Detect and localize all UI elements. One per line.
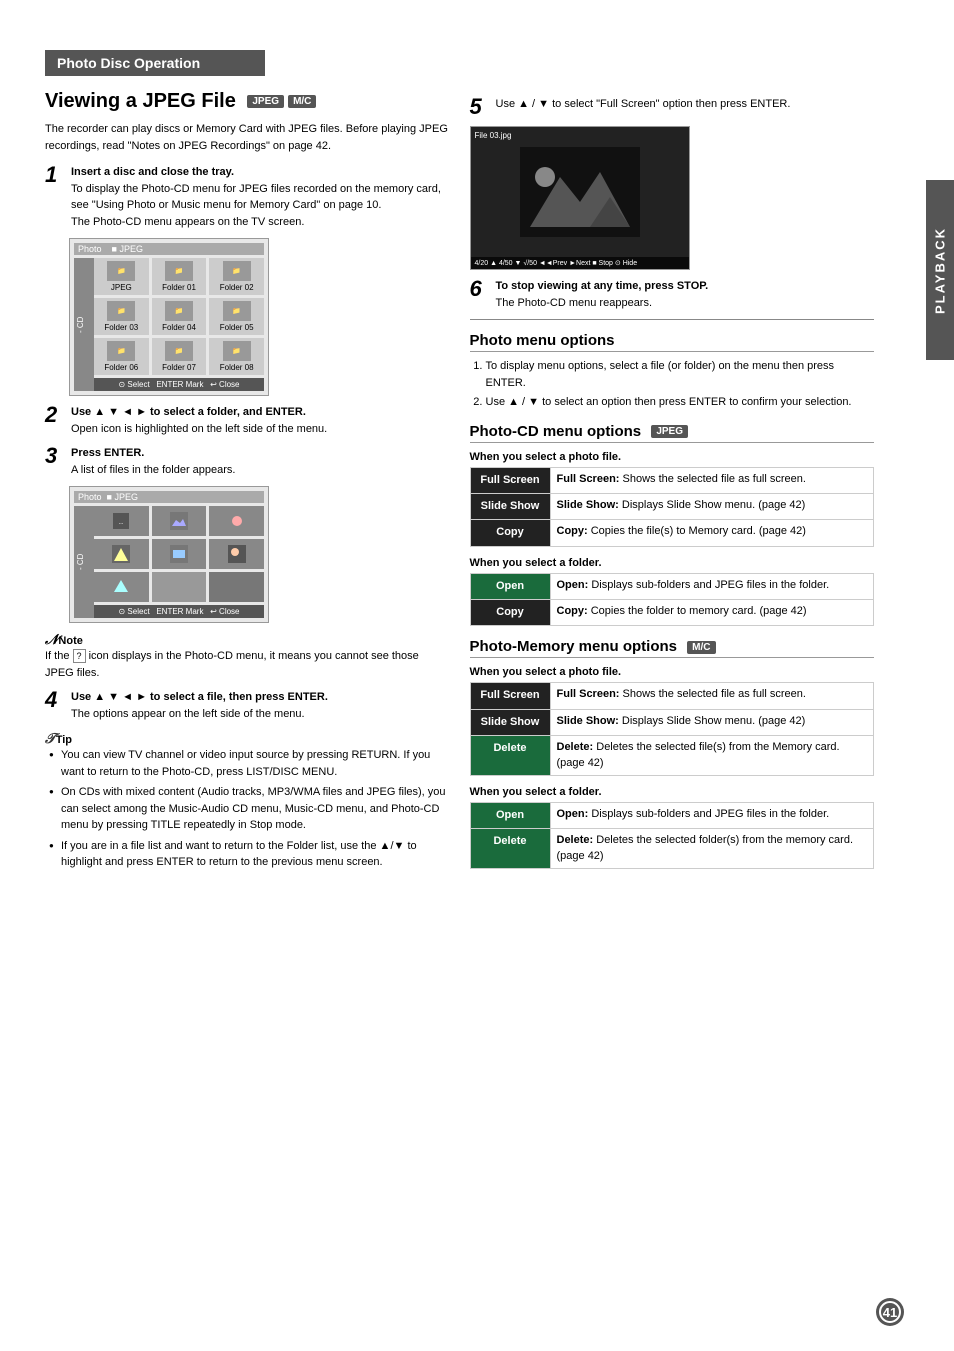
two-column-layout: Viewing a JPEG File JPEG M/C The recorde…	[45, 90, 874, 879]
step-6: 6 To stop viewing at any time, press STO…	[470, 278, 875, 311]
left-column: Viewing a JPEG File JPEG M/C The recorde…	[45, 90, 450, 879]
mem-fullscreen-desc: Full Screen: Shows the selected file as …	[550, 683, 874, 709]
photo-menu-steps: To display menu options, select a file (…	[486, 358, 875, 411]
cd-fullscreen-label: Full Screen	[470, 467, 550, 493]
svg-text:..: ..	[119, 517, 123, 526]
photo-cd-options-title: Photo-CD menu options JPEG	[470, 423, 875, 443]
photo-menu-step-1: To display menu options, select a file (…	[486, 358, 875, 391]
cd-slideshow-desc: Slide Show: Displays Slide Show menu. (p…	[550, 493, 874, 519]
mem-photo-options-table: Full Screen Full Screen: Shows the selec…	[470, 682, 875, 776]
mem-delete-label: Delete	[470, 736, 550, 776]
mem-when-folder: When you select a folder.	[470, 786, 875, 798]
mem-open-desc: Open: Displays sub-folders and JPEG file…	[550, 803, 874, 829]
fullscreen-bar: 4/20 ▲ 4/50 ▼ √/50 ◄◄Prev ►Next ■ Stop ⊙…	[471, 257, 689, 269]
cd-slideshow-row: Slide Show Slide Show: Displays Slide Sh…	[470, 493, 874, 519]
cd-copy-row: Copy Copy: Copies the file(s) to Memory …	[470, 520, 874, 546]
cd-when-photo: When you select a photo file.	[470, 451, 875, 463]
mem-open-row: Open Open: Displays sub-folders and JPEG…	[470, 803, 874, 829]
mc-badge: M/C	[288, 95, 316, 108]
photo-mem-options-title: Photo-Memory menu options M/C	[470, 638, 875, 658]
mem-delete-desc: Delete: Deletes the selected file(s) fro…	[550, 736, 874, 776]
mem-fullscreen-row: Full Screen Full Screen: Shows the selec…	[470, 683, 874, 709]
tip-item: If you are in a file list and want to re…	[49, 838, 450, 871]
cd-copy-folder-row: Copy Copy: Copies the folder to memory c…	[470, 600, 874, 626]
step-1: 1 Insert a disc and close the tray. To d…	[45, 164, 450, 230]
photo-cd-jpeg-badge: JPEG	[651, 425, 688, 438]
tip-box: 𝒯Tip You can view TV channel or video in…	[45, 730, 450, 871]
mem-delete-folder-row: Delete Delete: Deletes the selected fold…	[470, 829, 874, 869]
photo-mem-mc-badge: M/C	[687, 641, 715, 654]
cd-fullscreen-desc: Full Screen: Shows the selected file as …	[550, 467, 874, 493]
step-2: 2 Use ▲ ▼ ◄ ► to select a folder, and EN…	[45, 404, 450, 437]
right-column: 5 Use ▲ / ▼ to select "Full Screen" opti…	[470, 90, 875, 879]
fullscreen-view-image: File 03.jpg 4/20 ▲ 4/50 ▼ √/50 ◄◄Prev ►N…	[470, 126, 690, 270]
photo-menu-options-title: Photo menu options	[470, 332, 875, 352]
side-tab: PLAYBACK	[926, 180, 954, 360]
mem-delete-folder-desc: Delete: Deletes the selected folder(s) f…	[550, 829, 874, 869]
mem-open-label: Open	[470, 803, 550, 829]
photo-cd-menu-image: Photo ■ JPEG - CD 📁 JPEG 📁	[69, 238, 269, 396]
step-4: 4 Use ▲ ▼ ◄ ► to select a file, then pre…	[45, 689, 450, 722]
photo-menu-step-2: Use ▲ / ▼ to select an option then press…	[486, 394, 875, 411]
mem-slideshow-label: Slide Show	[470, 709, 550, 735]
mem-delete-folder-label: Delete	[470, 829, 550, 869]
cd-copy-desc: Copy: Copies the file(s) to Memory card.…	[550, 520, 874, 546]
mem-slideshow-desc: Slide Show: Displays Slide Show menu. (p…	[550, 709, 874, 735]
cd-slideshow-label: Slide Show	[470, 493, 550, 519]
tip-item: You can view TV channel or video input s…	[49, 747, 450, 780]
page-title: Viewing a JPEG File JPEG M/C	[45, 90, 450, 113]
cd-open-desc: Open: Displays sub-folders and JPEG file…	[550, 573, 874, 599]
cd-fullscreen-row: Full Screen Full Screen: Shows the selec…	[470, 467, 874, 493]
mem-fullscreen-label: Full Screen	[470, 683, 550, 709]
page-number: 41	[876, 1298, 904, 1326]
step-5: 5 Use ▲ / ▼ to select "Full Screen" opti…	[470, 96, 875, 118]
jpeg-badge: JPEG	[247, 95, 284, 108]
note-box: 𝒩Note If the ? icon displays in the Phot…	[45, 631, 450, 681]
step-3: 3 Press ENTER. A list of files in the fo…	[45, 445, 450, 478]
page: PLAYBACK Photo Disc Operation Viewing a …	[0, 0, 954, 1351]
file-list-image: Photo ■ JPEG - CD ..	[69, 486, 269, 623]
mem-folder-options-table: Open Open: Displays sub-folders and JPEG…	[470, 802, 875, 869]
mem-delete-row: Delete Delete: Deletes the selected file…	[470, 736, 874, 776]
intro-text: The recorder can play discs or Memory Ca…	[45, 121, 450, 154]
cd-folder-options-table: Open Open: Displays sub-folders and JPEG…	[470, 573, 875, 627]
mem-when-photo: When you select a photo file.	[470, 666, 875, 678]
cd-open-row: Open Open: Displays sub-folders and JPEG…	[470, 573, 874, 599]
cd-when-folder: When you select a folder.	[470, 557, 875, 569]
cd-copy-folder-label: Copy	[470, 600, 550, 626]
tip-list: You can view TV channel or video input s…	[45, 747, 450, 871]
photo-preview-svg	[520, 147, 640, 237]
tip-item: On CDs with mixed content (Audio tracks,…	[49, 784, 450, 834]
section-header: Photo Disc Operation	[45, 50, 874, 90]
cd-open-label: Open	[470, 573, 550, 599]
mem-slideshow-row: Slide Show Slide Show: Displays Slide Sh…	[470, 709, 874, 735]
cd-copy-label: Copy	[470, 520, 550, 546]
badges: JPEG M/C	[247, 95, 316, 108]
cd-photo-options-table: Full Screen Full Screen: Shows the selec…	[470, 467, 875, 547]
main-content: Photo Disc Operation Viewing a JPEG File…	[45, 50, 909, 879]
cd-copy-folder-desc: Copy: Copies the folder to memory card. …	[550, 600, 874, 626]
